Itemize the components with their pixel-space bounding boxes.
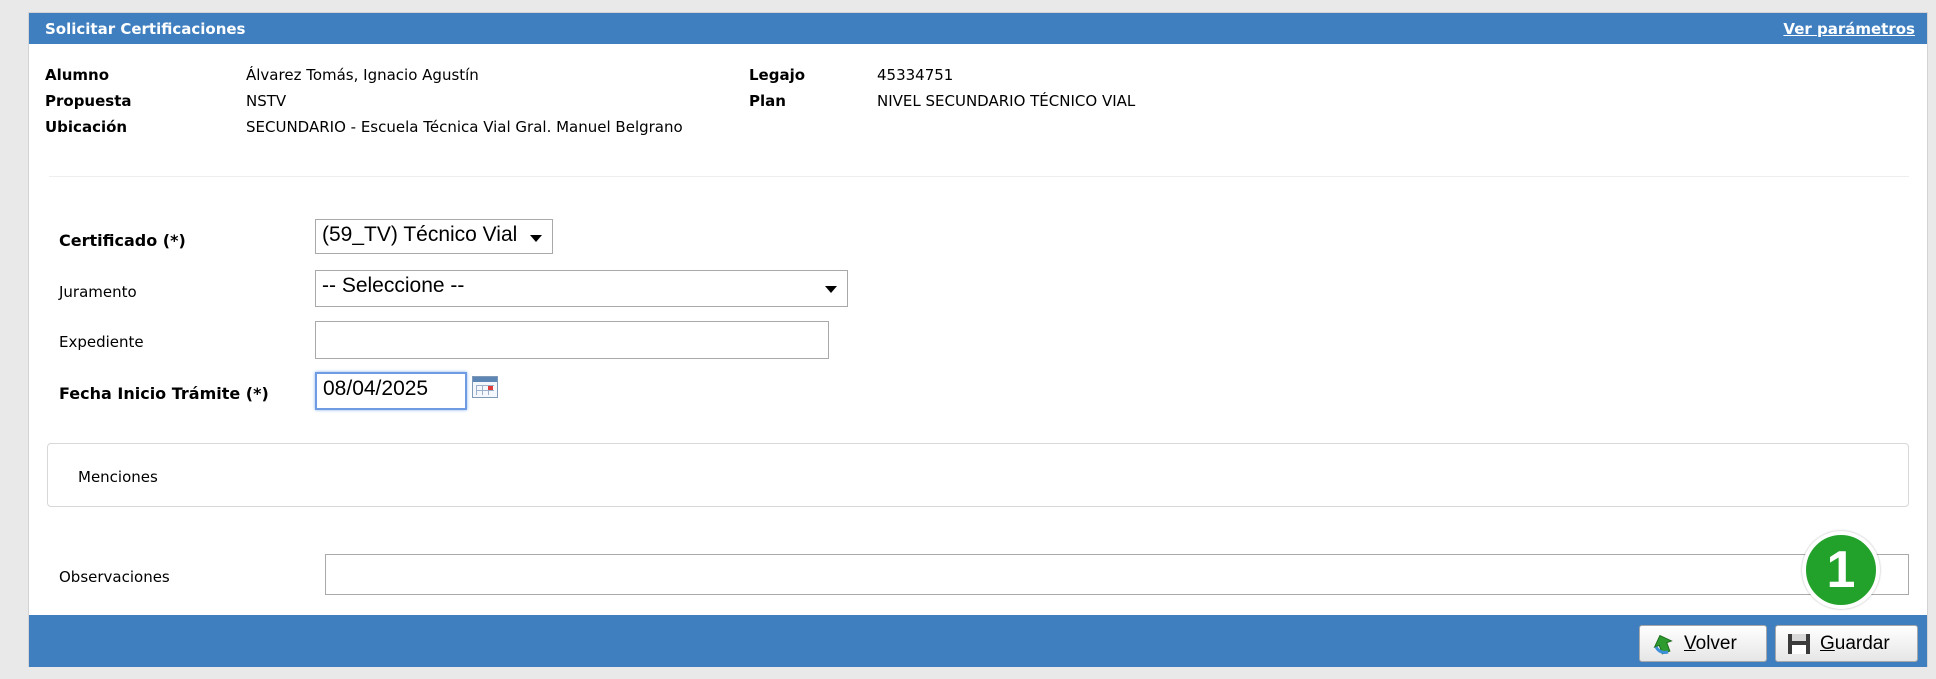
volver-label: olver [1695,632,1737,654]
ubicacion-value: SECUNDARIO - Escuela Técnica Vial Gral. … [246,118,683,136]
alumno-label: Alumno [45,66,110,84]
fecha-inicio-input[interactable]: 08/04/2025 [315,372,467,410]
guardar-label: uardar [1834,632,1890,654]
plan-label: Plan [749,92,786,110]
info-divider [49,176,1909,177]
back-arrow-icon [1653,634,1673,654]
save-disk-icon [1788,633,1810,654]
ubicacion-label: Ubicación [45,118,128,136]
certificado-selected-value: (59_TV) Técnico Vial [322,223,518,246]
juramento-selected-value: -- Seleccione -- [322,274,465,297]
legajo-label: Legajo [749,66,806,84]
guardar-mnemonic: G [1820,632,1835,654]
dropdown-caret-icon [530,235,542,242]
guardar-button[interactable]: Guardar [1775,625,1918,662]
ver-parametros-link[interactable]: Ver parámetros [1783,20,1915,38]
propuesta-label: Propuesta [45,92,132,110]
certification-panel: Solicitar Certificaciones Ver parámetros… [28,12,1928,667]
plan-value: NIVEL SECUNDARIO TÉCNICO VIAL [877,92,1136,110]
volver-mnemonic: V [1684,632,1696,654]
calendar-icon[interactable] [472,376,498,398]
fecha-inicio-value: 08/04/2025 [323,377,429,400]
observaciones-textarea[interactable] [325,554,1909,595]
step-badge: 1 [1802,531,1880,609]
juramento-label: Juramento [59,283,137,301]
fecha-inicio-label: Fecha Inicio Trámite (*) [59,384,269,403]
student-info-values: Álvarez Tomás, Ignacio Agustín NSTV SECU… [246,62,683,140]
observaciones-label: Observaciones [59,568,170,586]
volver-button[interactable]: Volver [1639,625,1767,662]
plan-info-labels: Legajo Plan [749,62,805,114]
student-info-labels: Alumno Propuesta Ubicación [45,62,132,140]
certificado-select[interactable]: (59_TV) Técnico Vial [315,219,553,254]
alumno-value: Álvarez Tomás, Ignacio Agustín [246,66,479,84]
expediente-input[interactable] [315,321,829,359]
title-bar: Solicitar Certificaciones Ver parámetros [29,13,1927,44]
panel-title: Solicitar Certificaciones [45,20,246,38]
plan-info-values: 45334751 NIVEL SECUNDARIO TÉCNICO VIAL [877,62,1135,114]
certificado-label: Certificado (*) [59,231,186,250]
footer-bar: Volver Guardar [29,615,1927,667]
propuesta-value: NSTV [246,92,287,110]
legajo-value: 45334751 [877,66,954,84]
menciones-label: Menciones [78,468,158,486]
expediente-label: Expediente [59,333,144,351]
menciones-section[interactable]: Menciones [47,443,1909,507]
dropdown-caret-icon [825,286,837,293]
juramento-select[interactable]: -- Seleccione -- [315,270,848,307]
